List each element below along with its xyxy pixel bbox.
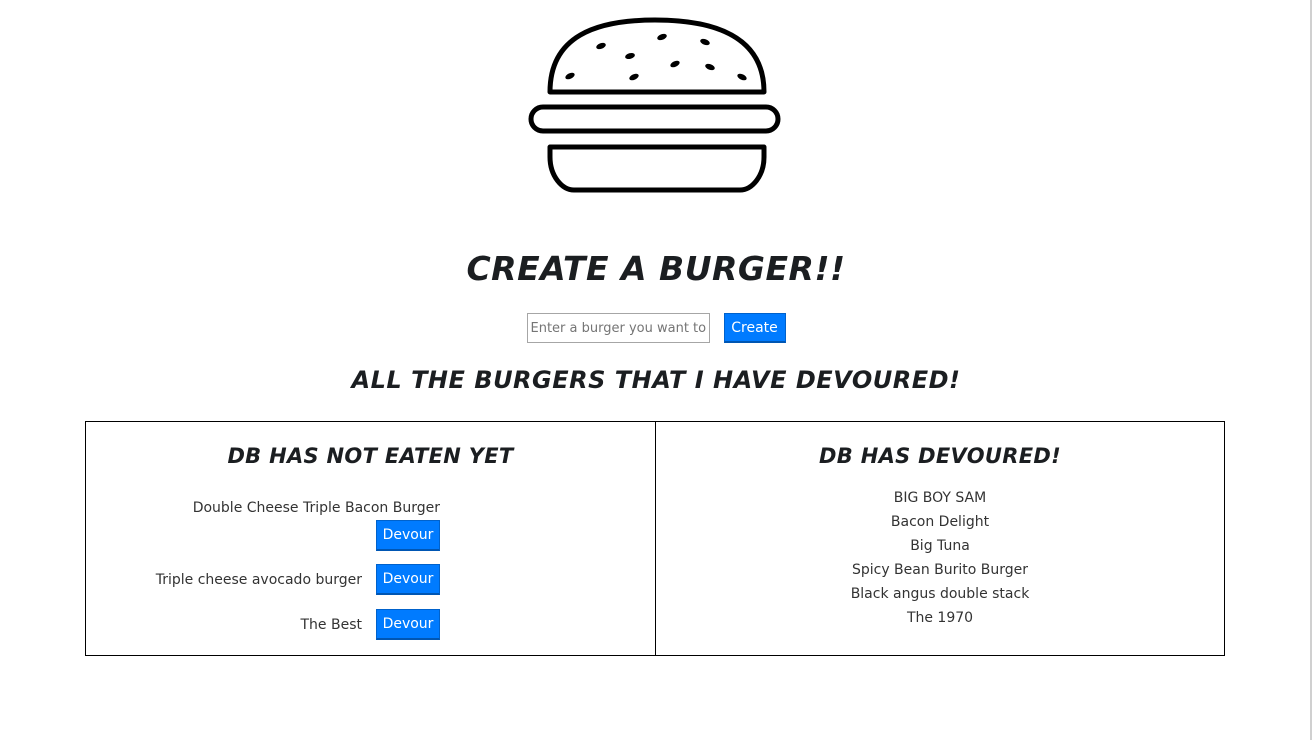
devour-button[interactable]: Devour	[376, 564, 440, 595]
list-item: Double Cheese Triple Bacon Burger Devour	[86, 498, 655, 551]
burger-name: Triple cheese avocado burger	[155, 571, 362, 588]
create-title: Create a Burger!!	[466, 249, 846, 288]
list-item: Bacon Delight	[890, 514, 990, 530]
devoured-panel: DB has devoured! BIG BOY SAM Bacon Delig…	[655, 421, 1225, 656]
create-button[interactable]: Create	[723, 313, 786, 343]
burger-name: The Best	[300, 616, 363, 633]
list-item: BIG BOY SAM	[893, 490, 987, 506]
list-item: Spicy Bean Burito Burger	[851, 562, 1029, 578]
devoured-list: BIG BOY SAM Bacon Delight Big Tuna Spicy…	[656, 486, 1224, 630]
burger-name-input[interactable]	[526, 313, 710, 343]
list-item: The 1970	[906, 610, 974, 626]
list-item: The Best Devour	[86, 609, 655, 640]
list-item: Black angus double stack	[850, 586, 1030, 602]
list-item: Big Tuna	[910, 538, 970, 554]
devour-button[interactable]: Devour	[376, 609, 440, 640]
burger-icon	[528, 17, 781, 193]
list-item: Triple cheese avocado burger Devour	[86, 564, 655, 595]
devoured-title: All the burgers that I have devoured!	[351, 366, 961, 394]
devoured-panel-title: DB has devoured!	[819, 444, 1061, 468]
uneaten-panel: DB has not eaten yet Double Cheese Tripl…	[85, 421, 656, 656]
devour-button[interactable]: Devour	[376, 520, 440, 551]
create-burger-form: Create	[0, 313, 1312, 343]
uneaten-panel-title: DB has not eaten yet	[227, 444, 514, 468]
burger-name: Double Cheese Triple Bacon Burger	[192, 500, 440, 516]
